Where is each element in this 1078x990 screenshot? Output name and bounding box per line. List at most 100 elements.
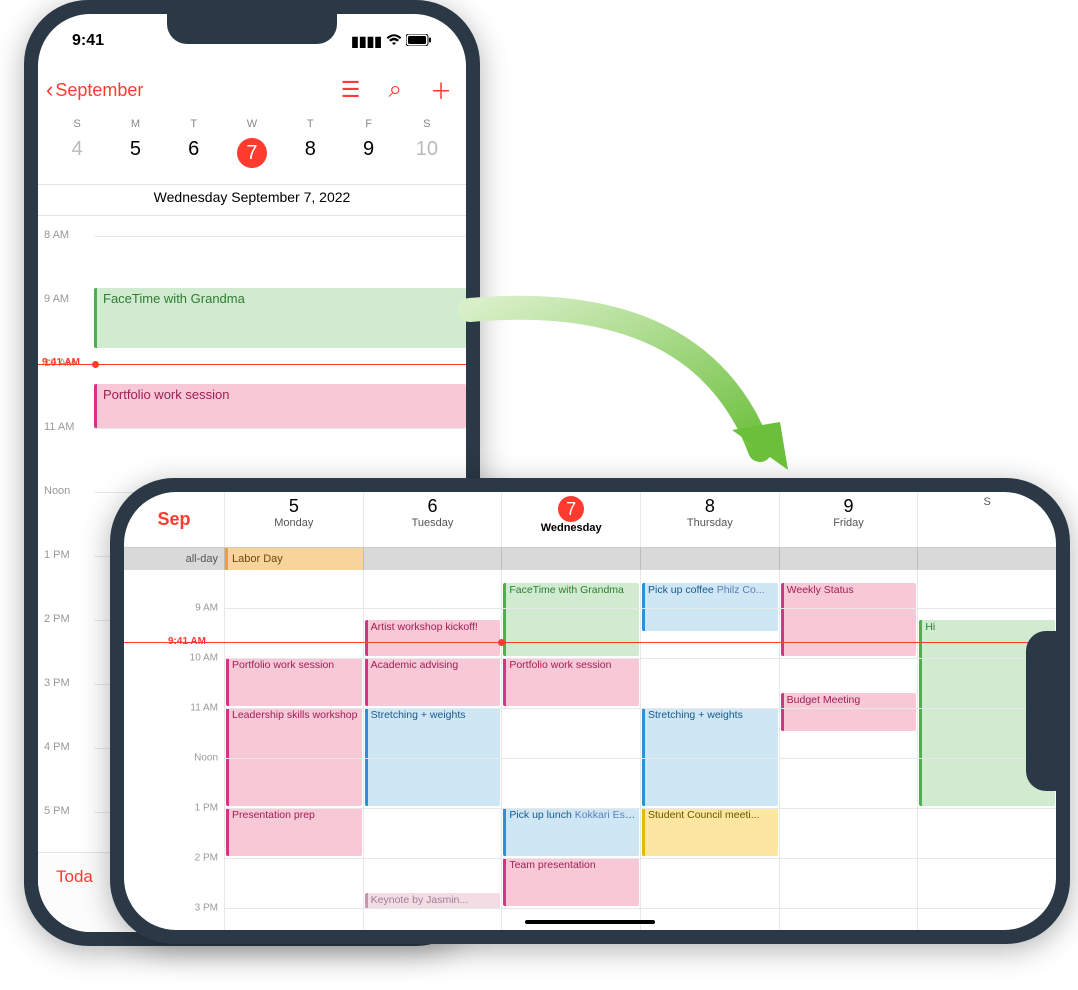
weekday-letter: M [106,118,164,130]
date-cell[interactable]: 5 [106,132,164,174]
day-column-header[interactable]: S [917,492,1056,547]
hour-label: Noon [194,752,218,763]
notch [167,14,337,44]
weekday-letters: S M T W T F S [38,114,466,130]
event-block[interactable]: Leadership skills workshop [226,708,362,806]
day-column[interactable]: FaceTime with Grandma Portfolio work sess… [501,570,640,930]
allday-event[interactable]: Labor Day [225,548,363,570]
allday-label: all-day [124,548,224,570]
hour-label: 1 PM [195,802,218,813]
hour-label: 9 AM [44,293,69,305]
hour-label: Noon [44,485,70,497]
event-title: Budget Meeting [787,694,861,706]
weekday-letter: F [339,118,397,130]
event-title: Portfolio work session [509,659,611,671]
date-cell[interactable]: 8 [281,132,339,174]
event-title: Leadership skills workshop [232,709,357,721]
week-timeline[interactable]: 9 AM 10 AM 11 AM Noon 1 PM 2 PM 3 PM Portfolio… [124,570,1056,930]
hour-label: 11 AM [190,702,218,713]
landscape-screen: Sep 5 Monday 6 Tuesday 7 Wednesday 8 Thu… [124,492,1056,930]
event-location: Kokkari Estiatorio [575,809,639,821]
current-time-line: 9:41 AM [124,642,1056,643]
hour-label: 5 PM [44,805,70,817]
status-time: 9:41 [72,32,104,50]
day-column[interactable]: Portfolio work session Leadership skills … [224,570,363,930]
date-cell[interactable]: 4 [48,132,106,174]
weekday-letter: T [165,118,223,130]
event-title: Pick up lunch [509,809,571,821]
hour-label: 4 PM [44,741,70,753]
weekday-letter: S [48,118,106,130]
event-title: Artist workshop kickoff! [371,621,478,633]
hour-label: 1 PM [44,549,70,561]
event-block[interactable]: Artist workshop kickoff! [365,620,501,656]
wifi-icon [386,33,402,49]
event-block[interactable]: Keynote by Jasmin... [365,893,501,909]
event-title: Portfolio work session [232,659,334,671]
hour-label: 9 AM [195,602,218,613]
search-button[interactable] [389,74,402,106]
day-column[interactable]: Pick up coffee Philz Co... Stretching + w… [640,570,779,930]
event-block[interactable]: Pick up lunch Kokkari Estiatorio [503,808,639,856]
event-title: Weekly Status [787,584,854,596]
event-title: Team presentation [509,859,595,871]
now-time-label: 9:41 AM [42,357,80,368]
event-title: Portfolio work session [103,387,229,402]
back-button[interactable]: ‹ September [46,77,143,103]
event-block[interactable]: Portfolio work session [503,658,639,706]
today-button[interactable]: Toda [56,867,93,887]
signal-icon: ▮▮▮▮ [351,33,382,50]
event-block[interactable]: Academic advising [365,658,501,706]
hour-label: 3 PM [195,902,218,913]
event-block[interactable]: Student Council meeti... [642,808,778,856]
day-column-header[interactable]: 5 Monday [224,492,363,547]
current-time-line: 9:41 AM [38,364,466,365]
date-cell[interactable]: 6 [165,132,223,174]
event-block[interactable]: Team presentation [503,858,639,906]
day-column[interactable]: Weekly Status Budget Meeting [779,570,918,930]
event-title: FaceTime with Grandma [509,584,624,596]
date-picker-row: 4 5 6 7 8 9 10 [38,130,466,185]
event-block[interactable]: Stretching + weights [365,708,501,806]
date-heading: Wednesday September 7, 2022 [38,185,466,216]
event-block[interactable]: FaceTime with Grandma [94,288,466,348]
event-block[interactable]: Pick up coffee Philz Co... [642,583,778,631]
weekday-letter: W [223,118,281,130]
event-block[interactable]: Portfolio work session [94,384,466,428]
event-title: Hi [925,621,935,633]
date-cell[interactable]: 9 [339,132,397,174]
hour-label: 2 PM [44,613,70,625]
event-block[interactable]: Portfolio work session [226,658,362,706]
weekday-letter: S [398,118,456,130]
event-block[interactable]: Stretching + weights [642,708,778,806]
event-title: Academic advising [371,659,459,671]
hour-label: 10 AM [190,652,218,663]
event-title: Presentation prep [232,809,315,821]
event-location: Philz Co... [717,584,765,596]
all-day-row: all-day Labor Day [124,548,1056,570]
rotation-arrow-icon [440,280,820,520]
event-block[interactable]: Weekly Status [781,583,917,656]
notch [1026,631,1056,791]
hour-label: 8 AM [44,229,69,241]
day-column[interactable]: Artist workshop kickoff! Academic advisin… [363,570,502,930]
time-axis: 9 AM 10 AM 11 AM Noon 1 PM 2 PM 3 PM [124,570,224,930]
date-cell-selected[interactable]: 7 [223,132,281,174]
list-view-button[interactable] [341,74,361,106]
month-button[interactable]: Sep [124,492,224,547]
event-title: Stretching + weights [371,709,466,721]
event-block[interactable]: Presentation prep [226,808,362,856]
chevron-left-icon: ‹ [46,77,53,103]
home-indicator[interactable] [525,920,655,924]
add-event-button[interactable] [430,74,452,106]
weekday-letter: T [281,118,339,130]
event-title: Student Council meeti... [648,809,759,821]
hour-label: 3 PM [44,677,70,689]
hour-label: 2 PM [195,852,218,863]
status-icons: ▮▮▮▮ [351,33,432,50]
date-cell[interactable]: 10 [398,132,456,174]
event-block[interactable]: FaceTime with Grandma [503,583,639,656]
event-block[interactable]: Budget Meeting [781,693,917,731]
back-label: September [55,80,143,101]
battery-icon [406,33,432,49]
